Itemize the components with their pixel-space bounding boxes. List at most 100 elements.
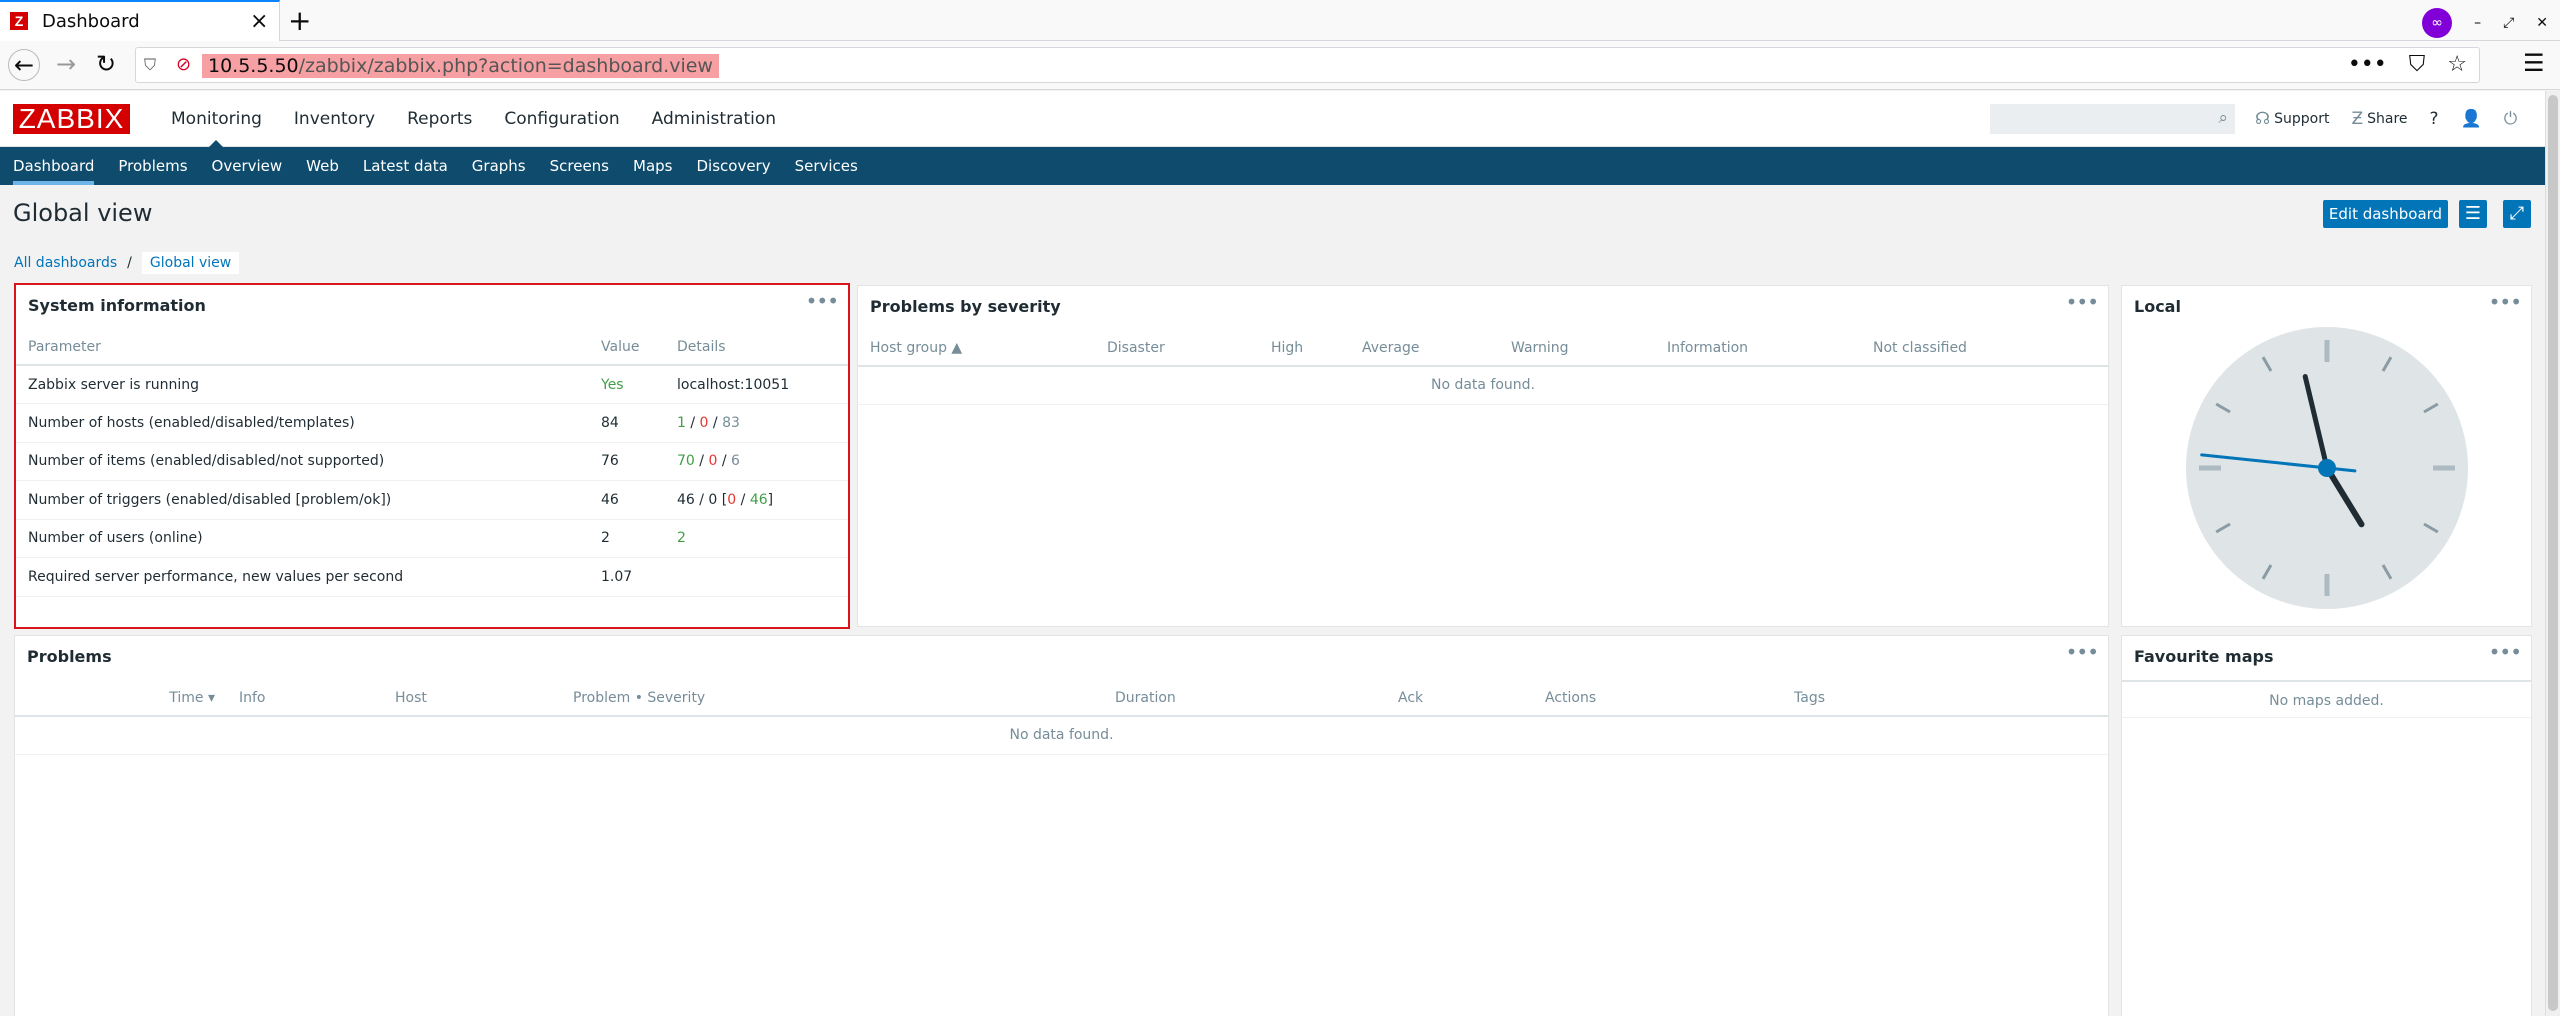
- detail-part: localhost:10051: [677, 376, 790, 393]
- help-icon[interactable]: ?: [2430, 109, 2439, 129]
- param-cell: Number of triggers (enabled/disabled [pr…: [16, 480, 589, 520]
- fullscreen-icon[interactable]: ⤢: [2503, 200, 2531, 228]
- submenu-dashboard[interactable]: Dashboard: [1, 147, 106, 185]
- submenu-screens[interactable]: Screens: [538, 147, 621, 185]
- value-cell: 1.07: [589, 557, 665, 597]
- edit-dashboard-button[interactable]: Edit dashboard: [2323, 200, 2448, 228]
- severity-table: Host group ▲ Disaster High Average Warni…: [858, 330, 2108, 405]
- param-cell: Number of items (enabled/disabled/not su…: [16, 442, 589, 481]
- submenu-latest-data[interactable]: Latest data: [351, 147, 460, 185]
- sign-out-icon[interactable]: ⏻: [2504, 109, 2517, 129]
- value-cell: 2: [589, 519, 665, 558]
- col-average: Average: [1350, 330, 1499, 367]
- details-cell: 46 / 0 [0 / 46]: [665, 480, 848, 520]
- detail-part: 2: [677, 530, 686, 547]
- col-ack: Ack: [1386, 680, 1533, 717]
- value-cell: 76: [589, 442, 665, 481]
- browser-tab[interactable]: Z Dashboard ×: [0, 0, 280, 41]
- details-cell: 2: [665, 519, 848, 558]
- submenu-services[interactable]: Services: [783, 147, 870, 185]
- value-cell: 46: [589, 480, 665, 520]
- menu-monitoring[interactable]: Monitoring: [155, 91, 278, 148]
- detail-part: 1: [677, 414, 686, 431]
- browser-menu-icon[interactable]: ☰: [2523, 49, 2545, 77]
- details-cell: 70 / 0 / 6: [665, 442, 848, 481]
- widget-title: System information: [28, 296, 206, 315]
- submenu-overview[interactable]: Overview: [200, 147, 295, 185]
- col-disaster: Disaster: [1095, 330, 1259, 367]
- widget-menu-icon[interactable]: •••: [2066, 290, 2099, 314]
- details-cell: 1 / 0 / 83: [665, 403, 848, 443]
- menu-reports[interactable]: Reports: [391, 91, 488, 147]
- user-profile-icon[interactable]: 👤: [2461, 109, 2482, 129]
- menu-inventory[interactable]: Inventory: [278, 91, 391, 147]
- widget-menu-icon[interactable]: •••: [2489, 640, 2522, 664]
- value-cell: Yes: [589, 365, 665, 404]
- clock-widget: Local •••: [2121, 285, 2532, 627]
- submenu-web[interactable]: Web: [294, 147, 351, 185]
- system-information-widget: System information ••• Parameter Value D…: [14, 283, 850, 629]
- table-row: Number of hosts (enabled/disabled/templa…: [16, 403, 848, 443]
- restore-icon[interactable]: ⤢: [2503, 15, 2514, 31]
- zabbix-logo[interactable]: ZABBIX: [13, 104, 130, 134]
- pocket-icon[interactable]: ⛉: [2409, 52, 2426, 77]
- new-tab-icon[interactable]: +: [288, 4, 311, 37]
- widget-menu-icon[interactable]: •••: [2066, 640, 2099, 664]
- col-time[interactable]: Time ▾: [15, 680, 227, 717]
- page-actions-icon[interactable]: •••: [2348, 52, 2387, 77]
- submenu-discovery[interactable]: Discovery: [684, 147, 782, 185]
- table-row: Zabbix server is running Yes localhost:100…: [16, 365, 848, 404]
- back-icon[interactable]: ←: [8, 49, 40, 81]
- sub-menu: Dashboard Problems Overview Web Latest d…: [0, 147, 2545, 185]
- breadcrumb-all-dashboards[interactable]: All dashboards: [14, 255, 117, 271]
- widget-title: Local: [2134, 297, 2181, 316]
- headset-icon: ☊: [2255, 109, 2271, 129]
- breadcrumb-global-view[interactable]: Global view: [141, 252, 240, 274]
- zabbix-header: ZABBIX Monitoring Inventory Reports Conf…: [0, 91, 2545, 148]
- scrollbar-thumb[interactable]: [2548, 95, 2558, 1011]
- widget-menu-icon[interactable]: •••: [2489, 290, 2522, 314]
- search-input[interactable]: ⌕: [1990, 104, 2235, 134]
- search-icon[interactable]: ⌕: [2218, 108, 2228, 128]
- menu-administration[interactable]: Administration: [636, 91, 792, 147]
- zabbix-favicon-icon: Z: [10, 12, 28, 30]
- header-actions: ☊ Support Ƶ Share ? 👤 ⏻: [2255, 91, 2517, 147]
- dashboard-actions-icon[interactable]: ☰: [2459, 200, 2487, 228]
- col-actions: Actions: [1533, 680, 1782, 717]
- url-bar[interactable]: ⛉ ⊘ 10.5.5.50/zabbix/zabbix.php?action=d…: [135, 47, 2480, 83]
- share-icon: Ƶ: [2351, 109, 2364, 129]
- submenu-graphs[interactable]: Graphs: [460, 147, 538, 185]
- value-cell: 84: [589, 403, 665, 443]
- share-link[interactable]: Ƶ Share: [2351, 109, 2407, 129]
- reload-icon[interactable]: ↻: [90, 49, 122, 81]
- submenu-maps[interactable]: Maps: [621, 147, 684, 185]
- minimize-icon[interactable]: –: [2474, 15, 2481, 31]
- detail-sep: /: [685, 414, 700, 431]
- insecure-lock-icon[interactable]: ⊘: [176, 54, 191, 75]
- detail-part: 83: [722, 414, 740, 431]
- col-host-group[interactable]: Host group ▲: [858, 330, 1095, 367]
- close-tab-icon[interactable]: ×: [250, 9, 268, 34]
- problems-table: Time ▾ Info Host Problem • Severity Dura…: [15, 680, 2108, 755]
- page-scrollbar[interactable]: [2545, 91, 2560, 1016]
- browser-navbar: ← → ↻ ⛉ ⊘ 10.5.5.50/zabbix/zabbix.php?ac…: [0, 41, 2560, 90]
- table-row: Required server performance, new values …: [16, 557, 848, 597]
- page-title: Global view: [13, 199, 153, 227]
- system-info-table: Parameter Value Details Zabbix server is…: [16, 329, 848, 597]
- close-window-icon[interactable]: ✕: [2536, 15, 2548, 31]
- url-text[interactable]: 10.5.5.50/zabbix/zabbix.php?action=dashb…: [202, 54, 719, 78]
- bookmark-star-icon[interactable]: ☆: [2447, 52, 2467, 77]
- col-high: High: [1259, 330, 1350, 367]
- menu-configuration[interactable]: Configuration: [488, 91, 635, 147]
- forward-icon[interactable]: →: [50, 49, 82, 81]
- support-link[interactable]: ☊ Support: [2255, 109, 2329, 129]
- problems-by-severity-widget: Problems by severity ••• Host group ▲ Di…: [857, 285, 2109, 627]
- submenu-problems[interactable]: Problems: [106, 147, 199, 185]
- widget-title: Problems by severity: [870, 297, 1061, 316]
- col-warning: Warning: [1499, 330, 1655, 367]
- widget-menu-icon[interactable]: •••: [806, 289, 839, 313]
- col-parameter: Parameter: [16, 329, 589, 366]
- tracking-shield-icon[interactable]: ⛉: [144, 55, 156, 75]
- col-problem-severity: Problem • Severity: [561, 680, 1103, 717]
- no-data-message: No data found.: [15, 716, 2108, 755]
